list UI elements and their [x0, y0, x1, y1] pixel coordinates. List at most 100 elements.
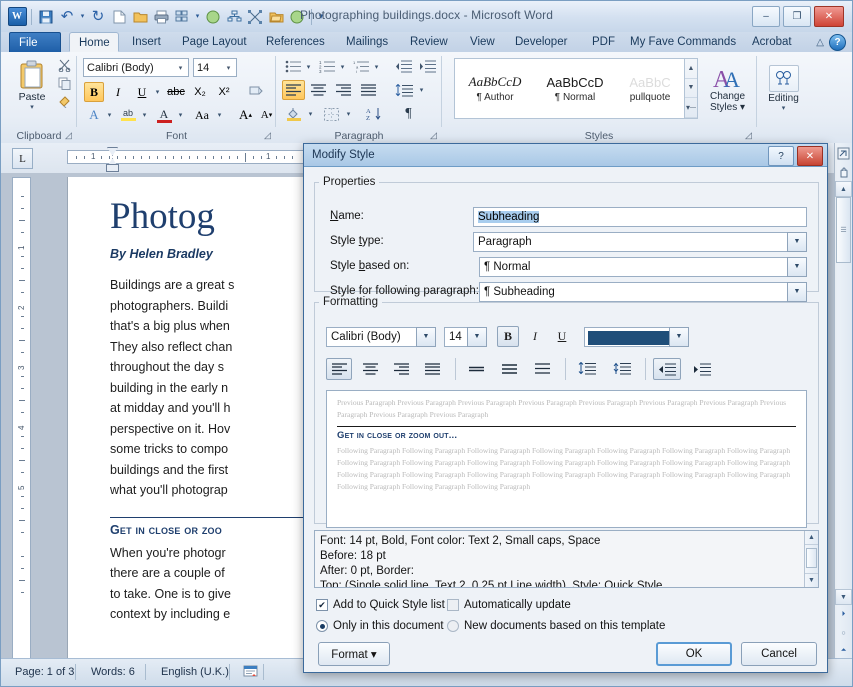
scroll-up-button[interactable]: ▲ [835, 181, 852, 197]
tab-insert[interactable]: Insert [123, 32, 170, 52]
dialog-bold-button[interactable]: B [497, 326, 519, 347]
line-spacing-button[interactable] [392, 80, 417, 100]
numbering-dropdown-icon[interactable]: ▾ [338, 60, 347, 73]
highlight-button[interactable]: ab [117, 105, 139, 125]
minimize-ribbon-icon[interactable]: △ [816, 37, 824, 48]
ribbon-tabs[interactable]: File Home Insert Page Layout References … [1, 32, 852, 53]
style-item-normal[interactable]: AaBbCcD ¶ Normal [535, 59, 615, 118]
underline-button[interactable]: U [132, 82, 152, 102]
font-size-dropdown-icon[interactable]: ▾ [221, 59, 236, 76]
change-case-button[interactable]: Aa [189, 105, 215, 125]
align-right-button[interactable] [332, 80, 355, 100]
proofing-icon[interactable] [235, 664, 266, 681]
editing-button[interactable]: Editing ▾ [762, 58, 805, 119]
style-description-box[interactable]: Font: 14 pt, Bold, Font color: Text 2, S… [314, 530, 819, 588]
dialog-justify-button[interactable] [419, 358, 445, 380]
clipboard-dialog-launcher[interactable]: ◿ [63, 130, 74, 141]
bullets-button[interactable] [282, 57, 304, 76]
copy-button[interactable] [56, 75, 73, 92]
dialog-font-name-dropdown-icon[interactable]: ▼ [416, 327, 436, 347]
previous-page-icon[interactable]: ⏵ [835, 607, 852, 623]
strikethrough-button[interactable]: abc [165, 82, 187, 102]
dialog-help-button[interactable]: ? [768, 146, 794, 166]
new-documents-option[interactable]: New documents based on this template [447, 620, 665, 632]
highlight-dropdown-icon[interactable]: ▾ [140, 108, 149, 122]
status-language[interactable]: English (U.K.) [153, 664, 237, 681]
increase-indent-button[interactable] [416, 57, 438, 76]
dialog-window-controls[interactable]: ? ✕ [768, 146, 823, 166]
vertical-ruler[interactable]: 1 2 3 4 5 [12, 177, 31, 659]
status-words[interactable]: Words: 6 [83, 664, 143, 681]
description-scroll-thumb[interactable] [806, 548, 817, 568]
dialog-increase-indent-button[interactable] [688, 358, 716, 380]
styles-scroll-down-icon[interactable]: ▼ [685, 79, 697, 99]
underline-dropdown-icon[interactable]: ▾ [153, 85, 162, 99]
style-type-select[interactable]: Paragraph ▼ [473, 232, 807, 252]
new-documents-radio[interactable] [447, 620, 459, 632]
status-page[interactable]: Page: 1 of 3 [7, 664, 82, 681]
dialog-font-size-dropdown-icon[interactable]: ▼ [467, 327, 487, 347]
style-based-on-dropdown-icon[interactable]: ▼ [787, 257, 807, 277]
auto-update-option[interactable]: Automatically update [447, 599, 571, 611]
numbering-button[interactable]: 123 [316, 57, 338, 76]
only-this-document-radio[interactable] [316, 620, 328, 632]
minimize-button[interactable]: – [752, 6, 780, 27]
align-center-button[interactable] [307, 80, 330, 100]
borders-dropdown-icon[interactable]: ▾ [344, 107, 353, 120]
only-this-document-option[interactable]: Only in this document [316, 620, 444, 632]
style-item-author[interactable]: AaBbCcD ¶ Author [455, 59, 535, 118]
tab-home[interactable]: Home [69, 32, 119, 52]
tab-review[interactable]: Review [401, 32, 457, 52]
align-left-button[interactable] [282, 80, 305, 100]
font-color-dropdown-icon[interactable]: ▾ [176, 108, 185, 122]
line-spacing-dropdown-icon[interactable]: ▾ [417, 83, 426, 96]
close-button[interactable]: ✕ [814, 6, 844, 27]
restore-button[interactable]: ❐ [783, 6, 811, 27]
style-type-dropdown-icon[interactable]: ▼ [787, 232, 807, 252]
dialog-font-color-dropdown-icon[interactable]: ▼ [669, 327, 689, 347]
font-color-button[interactable]: A [153, 105, 175, 125]
italic-button[interactable]: I [108, 82, 128, 102]
style-name-input[interactable]: Subheading [473, 207, 807, 227]
tab-developer[interactable]: Developer [506, 32, 576, 52]
auto-update-checkbox[interactable] [447, 599, 459, 611]
paste-dropdown-icon[interactable]: ▾ [30, 103, 34, 111]
dialog-align-right-button[interactable] [388, 358, 414, 380]
description-scroll-up-button[interactable]: ▲ [805, 531, 818, 545]
add-quick-style-option[interactable]: ✔ Add to Quick Style list [316, 599, 445, 611]
editing-dropdown-icon[interactable]: ▾ [782, 104, 786, 113]
dialog-font-color-select[interactable]: ▼ [584, 327, 689, 347]
select-browse-object-icon[interactable] [835, 143, 852, 163]
shading-dropdown-icon[interactable]: ▾ [306, 107, 315, 120]
styles-more-icon[interactable]: ▾ — [685, 98, 697, 118]
format-button[interactable]: Format ▾ [318, 642, 390, 666]
dialog-line-spacing-single-button[interactable] [463, 358, 489, 380]
tab-page-layout[interactable]: Page Layout [173, 32, 256, 52]
styles-gallery-scrollbar[interactable]: ▲ ▼ ▾ — [684, 59, 697, 118]
style-based-on-select[interactable]: ¶ Normal ▼ [479, 257, 807, 277]
style-item-pullquote[interactable]: AaBbC pullquote [615, 59, 685, 118]
dialog-align-center-button[interactable] [357, 358, 383, 380]
cancel-button[interactable]: Cancel [741, 642, 817, 666]
ribbon-help-area[interactable]: △ ? [816, 34, 846, 51]
superscript-button[interactable]: X² [213, 82, 235, 102]
ok-button[interactable]: OK [656, 642, 732, 666]
decrease-indent-button[interactable] [392, 57, 414, 76]
scrollbar-thumb[interactable]: ☰ [836, 197, 851, 263]
tab-references[interactable]: References [257, 32, 334, 52]
left-indent-marker[interactable] [106, 164, 119, 172]
multilevel-dropdown-icon[interactable]: ▾ [372, 60, 381, 73]
change-styles-button[interactable]: AA Change Styles ▾ [704, 58, 751, 119]
paste-button[interactable]: Paste ▾ [11, 58, 53, 113]
modify-style-dialog[interactable]: Modify Style ? ✕ Properties Name: Subhea… [303, 143, 828, 673]
styles-gallery[interactable]: AaBbCcD ¶ Author AaBbCcD ¶ Normal AaBbC … [454, 58, 698, 119]
font-name-dropdown-icon[interactable]: ▾ [173, 59, 188, 76]
format-painter-button[interactable] [56, 93, 73, 110]
tab-my-fave-commands[interactable]: My Fave Commands [621, 32, 745, 52]
vertical-scrollbar[interactable]: ▲ ☰ ▼ ⏵ ○ ⏶ [834, 143, 852, 659]
subscript-button[interactable]: X₂ [189, 82, 211, 102]
dialog-italic-button[interactable]: I [524, 326, 546, 347]
tab-pdf[interactable]: PDF [583, 32, 624, 52]
tab-file[interactable]: File [9, 32, 61, 52]
description-scroll-down-button[interactable]: ▼ [805, 573, 818, 587]
